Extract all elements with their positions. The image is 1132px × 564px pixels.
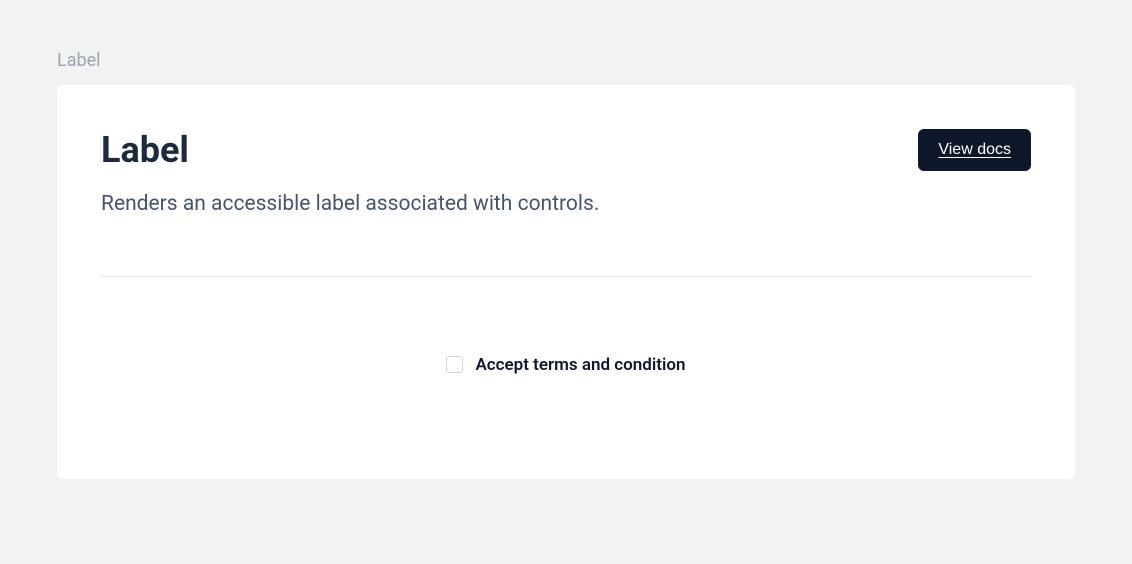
view-docs-button[interactable]: View docs xyxy=(918,129,1031,171)
demo-area: Accept terms and condition xyxy=(101,277,1031,435)
card-header: Label View docs xyxy=(101,129,1031,172)
component-card: Label View docs Renders an accessible la… xyxy=(57,85,1075,479)
page-container: Label Label View docs Renders an accessi… xyxy=(0,0,1132,479)
checkbox-group: Accept terms and condition xyxy=(446,355,685,375)
card-description: Renders an accessible label associated w… xyxy=(101,190,1031,219)
card-title: Label xyxy=(101,129,189,172)
section-label: Label xyxy=(57,50,1075,71)
terms-checkbox-label[interactable]: Accept terms and condition xyxy=(475,355,685,375)
terms-checkbox[interactable] xyxy=(446,356,463,373)
